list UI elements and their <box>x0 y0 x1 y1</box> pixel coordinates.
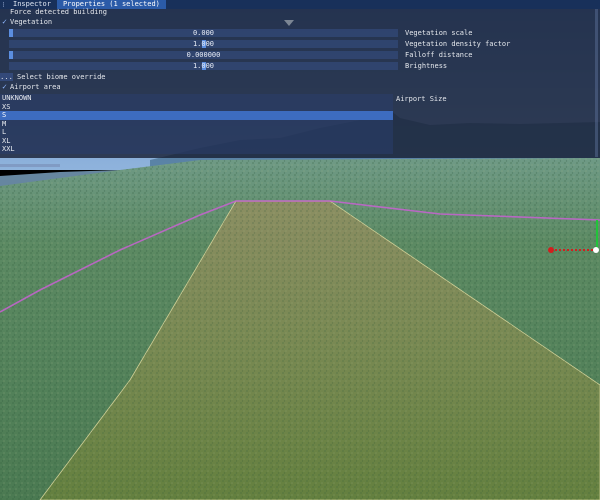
slider-value: 1.000 <box>192 40 215 48</box>
vegetation-density-slider[interactable]: 1.000 <box>9 40 398 48</box>
slider-value: 1.000 <box>192 62 215 70</box>
slider-label: Vegetation scale <box>405 29 473 37</box>
checkmark-icon: ✓ <box>2 82 7 91</box>
vertical-scrollbar[interactable] <box>595 9 598 157</box>
list-item[interactable]: UNKNOWN <box>0 94 393 103</box>
airport-size-list[interactable]: UNKNOWN XS S M L XL XXL <box>0 94 393 154</box>
slider-value: 0.000 <box>192 29 215 37</box>
list-item[interactable]: M <box>0 120 393 129</box>
menu-icon[interactable]: ⁞ <box>0 1 7 9</box>
slider-label: Falloff distance <box>405 51 473 59</box>
checkmark-icon: ✓ <box>2 17 7 26</box>
list-item[interactable]: XL <box>0 137 393 146</box>
airport-area-label: Airport area <box>10 83 61 91</box>
properties-panel: Force detected building ✓ Vegetation 0.0… <box>0 8 600 167</box>
biome-override-label: Select biome override <box>17 73 106 81</box>
vegetation-checkbox[interactable]: ✓ Vegetation <box>0 17 120 27</box>
airport-area-checkbox[interactable]: ✓ Airport area <box>0 82 120 92</box>
falloff-distance-slider[interactable]: 0.000000 <box>9 51 398 59</box>
force-building-label: Force detected building <box>10 8 107 16</box>
slider-value: 0.000000 <box>186 51 221 59</box>
horizontal-scrollbar[interactable] <box>0 164 60 167</box>
list-item[interactable]: XXL <box>0 145 393 154</box>
airport-size-label: Airport Size <box>396 95 447 103</box>
list-item[interactable]: L <box>0 128 393 137</box>
collapse-arrow-icon[interactable] <box>284 20 294 26</box>
slider-label: Vegetation density factor <box>405 40 511 48</box>
vegetation-scale-slider[interactable]: 0.000 <box>9 29 398 37</box>
vegetation-label: Vegetation <box>10 18 53 26</box>
select-biome-button[interactable]: ... <box>0 73 13 81</box>
list-item[interactable]: XS <box>0 103 393 112</box>
list-item[interactable]: S <box>0 111 393 120</box>
slider-label: Brightness <box>405 62 448 70</box>
brightness-slider[interactable]: 1.000 <box>9 62 398 70</box>
